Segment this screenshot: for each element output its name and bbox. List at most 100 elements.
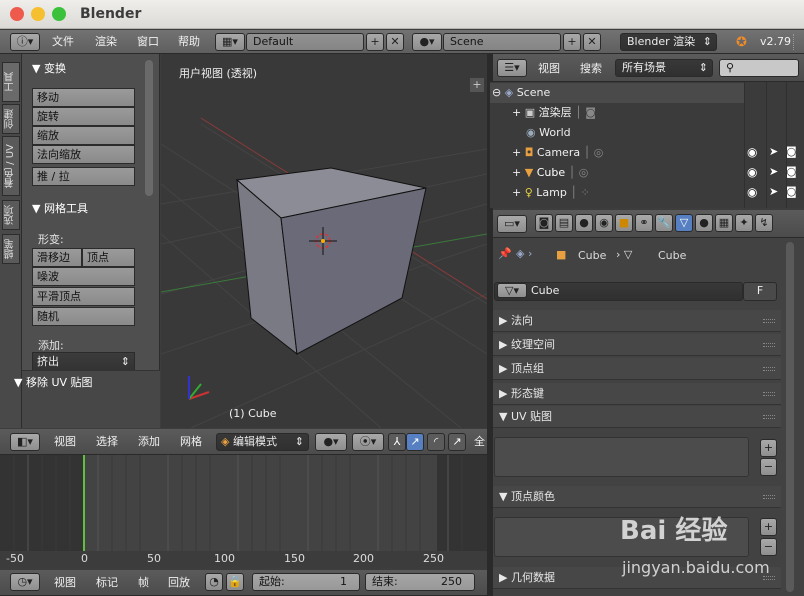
outliner-row-lamp[interactable]: + ♀ Lamp │ ⁘ <box>490 183 744 203</box>
render-engine-select[interactable]: Blender 渲染 ⇕ <box>620 33 717 51</box>
shape-keys-panel[interactable]: ▶ 形态键 <box>493 383 781 405</box>
expand-icon[interactable]: + <box>512 186 521 199</box>
fake-user-button[interactable]: F <box>743 282 777 301</box>
select-arrow-icon[interactable]: ➤ <box>769 185 778 198</box>
scene-icon[interactable]: ●▾ <box>412 33 442 51</box>
remove-scene-button[interactable]: ✕ <box>583 33 601 51</box>
3d-viewport[interactable]: 用户视图 (透视) (1) Cube + <box>161 54 487 428</box>
material-tab-icon[interactable]: ● <box>695 214 713 232</box>
visibility-eye-icon[interactable]: ◉ <box>747 165 757 179</box>
outliner-row-world[interactable]: ◉ World <box>490 123 744 143</box>
outliner-row-scene[interactable]: ⊖ ◈ Scene <box>490 83 744 103</box>
shrink-fatten-button[interactable]: 法向缩放 <box>32 145 135 164</box>
randomize-button[interactable]: 随机 <box>32 307 135 326</box>
tab-grease-pencil[interactable]: 蜡笔 <box>2 234 20 264</box>
visibility-eye-icon[interactable]: ◉ <box>747 185 757 199</box>
pivot-icon[interactable]: ⦿▾ <box>352 433 384 451</box>
texture-space-panel[interactable]: ▶ 纹理空间 <box>493 334 781 356</box>
extrude-select[interactable]: 挤出 ⇕ <box>32 352 135 371</box>
add-uv-map-button[interactable]: + <box>760 439 777 457</box>
render-tab-icon[interactable]: ◙ <box>535 214 553 232</box>
view3d-menu-select[interactable]: 选择 <box>96 430 118 454</box>
rotate-button[interactable]: 旋转 <box>32 107 135 126</box>
slide-edge-button[interactable]: 滑移边 <box>32 248 82 267</box>
uv-maps-list[interactable] <box>494 437 749 477</box>
noise-button[interactable]: 噪波 <box>32 267 135 286</box>
select-arrow-icon[interactable]: ➤ <box>769 145 778 158</box>
outliner-menu-view[interactable]: 视图 <box>538 57 560 81</box>
pin-icon[interactable]: 📌 <box>498 247 512 260</box>
menu-window[interactable]: 窗口 <box>137 30 159 54</box>
mesh-data-icon[interactable]: ▽▾ <box>497 283 527 298</box>
move-button[interactable]: 移动 <box>32 88 135 107</box>
world-tab-icon[interactable]: ◉ <box>595 214 613 232</box>
translate-icon[interactable]: ↗ <box>406 433 424 451</box>
view3d-menu-add[interactable]: 添加 <box>138 430 160 454</box>
tab-shading-uv[interactable]: 着色 / UV <box>2 136 20 196</box>
end-frame-field[interactable]: 结束: 250 <box>365 573 475 591</box>
push-pull-button[interactable]: 推 / 拉 <box>32 167 135 186</box>
properties-scrollbar[interactable] <box>786 242 794 592</box>
expand-icon[interactable]: + <box>512 106 521 119</box>
manipulator-icon[interactable]: ⅄ <box>388 433 406 451</box>
physics-tab-icon[interactable]: ↯ <box>755 214 773 232</box>
add-scene-button[interactable]: + <box>563 33 581 51</box>
timeline-editor-type-icon[interactable]: ◷▾ <box>10 573 40 591</box>
outliner-menu-search[interactable]: 搜索 <box>580 57 602 81</box>
timeline-menu-marker[interactable]: 标记 <box>96 571 118 595</box>
timeline-menu-frame[interactable]: 帧 <box>138 571 149 595</box>
menu-help[interactable]: 帮助 <box>178 30 200 54</box>
add-vertex-color-button[interactable]: + <box>760 518 777 536</box>
scene-tab-icon[interactable]: ● <box>575 214 593 232</box>
view3d-menu-mesh[interactable]: 网格 <box>180 430 202 454</box>
texture-tab-icon[interactable]: ▦ <box>715 214 733 232</box>
remove-screen-button[interactable]: ✕ <box>386 33 404 51</box>
screen-layout-icon[interactable]: ▦▾ <box>215 33 245 51</box>
header-grip[interactable] <box>793 34 803 50</box>
outliner-editor-type-icon[interactable]: ☰▾ <box>497 59 527 77</box>
outliner-row-camera[interactable]: + ◘ Camera │ ◎ <box>490 143 744 163</box>
slide-vertex-button[interactable]: 顶点 <box>82 248 135 267</box>
orientation-label[interactable]: 全 <box>474 430 485 454</box>
normals-panel[interactable]: ▶ 法向 <box>493 310 781 332</box>
particles-tab-icon[interactable]: ✦ <box>735 214 753 232</box>
tab-create[interactable]: 创建 <box>2 104 20 134</box>
view3d-editor-type-icon[interactable]: ◧▾ <box>10 433 40 451</box>
remove-vertex-color-button[interactable]: − <box>760 538 777 556</box>
object-tab-icon[interactable]: ■ <box>615 214 633 232</box>
outliner-display-select[interactable]: 所有场景 ⇕ <box>615 59 713 77</box>
vertex-groups-panel[interactable]: ▶ 顶点组 <box>493 358 781 380</box>
remove-uv-panel-header[interactable]: ▼ 移除 UV 贴图 <box>14 374 93 390</box>
render-layer-tab-icon[interactable]: ▤ <box>555 214 573 232</box>
shading-icon[interactable]: ●▾ <box>315 433 347 451</box>
close-icon[interactable] <box>10 7 24 21</box>
properties-editor-type-icon[interactable]: ▭▾ <box>497 215 527 233</box>
editor-type-icon[interactable]: ⓘ▾ <box>10 33 40 51</box>
render-camera-icon[interactable]: ◙ <box>786 145 797 158</box>
mode-select[interactable]: ◈ 编辑模式 ⇕ <box>216 433 309 451</box>
tool-shelf-scrollbar[interactable] <box>145 60 153 196</box>
tab-options[interactable]: 选项 <box>2 200 20 230</box>
menu-render[interactable]: 渲染 <box>95 30 117 54</box>
scale-button[interactable]: 缩放 <box>32 126 135 145</box>
rotate-icon[interactable]: ◜ <box>427 433 445 451</box>
transform-panel-header[interactable]: ▼ 变换 <box>32 60 66 76</box>
maximize-icon[interactable] <box>52 7 66 21</box>
lock-icon[interactable]: 🔒 <box>226 573 244 591</box>
outliner-search-input[interactable]: ⚲ <box>719 59 799 77</box>
remove-uv-map-button[interactable]: − <box>760 458 777 476</box>
vertex-colors-panel[interactable]: ▼ 顶点颜色 <box>493 486 781 508</box>
scene-field[interactable]: Scene <box>443 33 561 51</box>
collapse-icon[interactable]: ⊖ <box>492 86 501 99</box>
uv-maps-panel[interactable]: ▼ UV 贴图 <box>493 406 781 428</box>
outliner-row-cube[interactable]: + ▼ Cube │ ◎ <box>490 163 744 183</box>
smooth-vertex-button[interactable]: 平滑顶点 <box>32 287 135 306</box>
view3d-menu-view[interactable]: 视图 <box>54 430 76 454</box>
start-frame-field[interactable]: 起始: 1 <box>252 573 360 591</box>
constraints-tab-icon[interactable]: ⚭ <box>635 214 653 232</box>
render-camera-icon[interactable]: ◙ <box>786 165 797 178</box>
data-tab-icon[interactable]: ▽ <box>675 214 693 232</box>
preview-range-icon[interactable]: ◔ <box>205 573 223 591</box>
mesh-datablock-field[interactable]: ▽▾ Cube <box>494 282 743 301</box>
viewport-scene[interactable] <box>161 54 487 428</box>
